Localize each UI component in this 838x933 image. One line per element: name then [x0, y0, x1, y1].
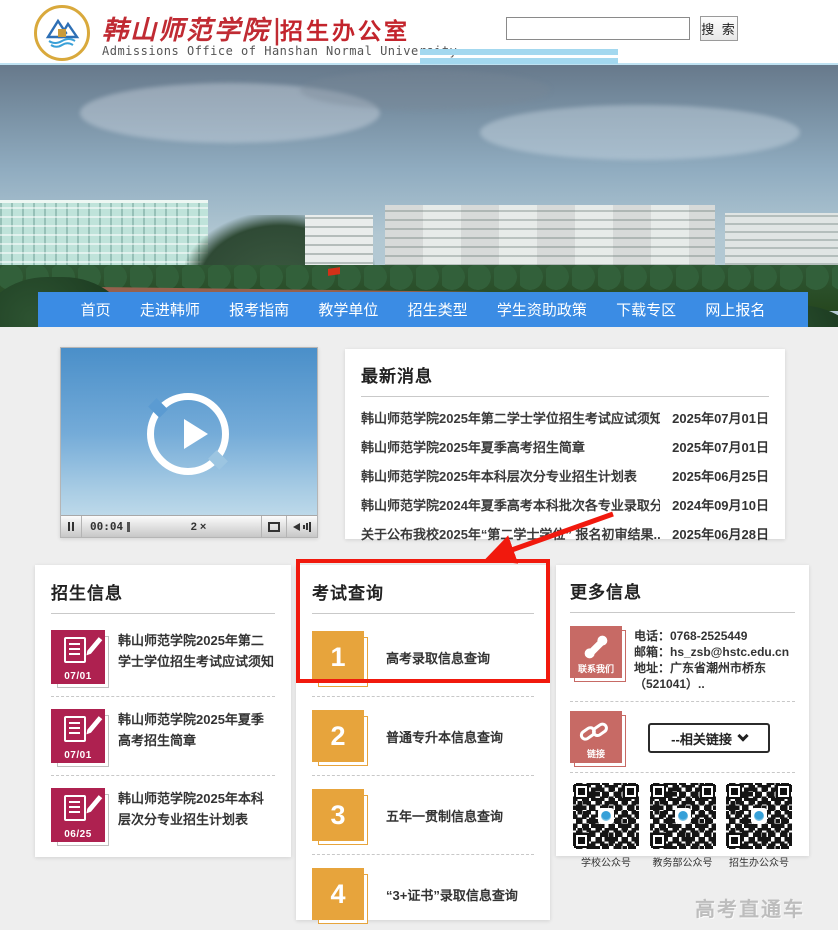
- search-input[interactable]: [506, 17, 690, 40]
- exam-query-panel: 考试查询 1 高考录取信息查询 2 普通专升本信息查询 3 五年一贯制信息查询 …: [296, 565, 550, 920]
- admissions-item[interactable]: 06/25 韩山师范学院2025年本科层次分专业招生计划表: [51, 775, 275, 854]
- contact-address: 地址：广东省潮州市桥东: [634, 660, 789, 676]
- document-icon: 07/01: [51, 709, 105, 763]
- cloud: [300, 70, 550, 110]
- number-badge: 4: [312, 868, 364, 920]
- ring-gap: [148, 398, 168, 418]
- number-badge: 1: [312, 631, 364, 683]
- contact-details: 电话：0768-2525449 邮箱：hs_zsb@hstc.edu.cn 地址…: [634, 626, 789, 692]
- admissions-title: 招生信息: [51, 579, 275, 604]
- nav-item-about[interactable]: 走进韩师: [140, 299, 200, 320]
- exam-query-item-gaokao[interactable]: 1 高考录取信息查询: [312, 618, 534, 696]
- news-item[interactable]: 韩山师范学院2025年第二学士学位招生考试应试须知 2025年07月01日: [361, 403, 769, 432]
- more-info-panel: 更多信息 联系我们 电话：0768-2525449 邮箱：hs_zsb@hstc…: [556, 565, 809, 856]
- contact-phone: 电话：0768-2525449: [634, 628, 789, 644]
- qrcode-school: [573, 783, 639, 849]
- nav-item-online-apply[interactable]: 网上报名: [705, 299, 765, 320]
- header: 韩山师范学院 丨 招生办公室 Admissions Office of Hans…: [0, 0, 838, 65]
- decorative-stripe: [420, 49, 618, 55]
- document-icon: 07/01: [51, 630, 105, 684]
- ring-gap: [208, 450, 228, 470]
- link-icon: 链接: [570, 711, 622, 763]
- video-player[interactable]: 00:04 2 ×: [60, 347, 318, 538]
- decorative-stripe: [420, 58, 618, 64]
- nav-item-downloads[interactable]: 下载专区: [616, 299, 676, 320]
- playhead-marker[interactable]: [127, 522, 130, 532]
- cloud: [480, 105, 800, 160]
- dept-name-cn: 招生办公室: [280, 12, 410, 46]
- qrcode-academic-affairs: [650, 783, 716, 849]
- contact-postcode: （521041）..: [634, 676, 789, 692]
- university-logo-icon: [34, 5, 90, 61]
- play-triangle-icon: [184, 419, 208, 449]
- watermark: 高考直通车: [695, 893, 805, 922]
- admissions-item[interactable]: 07/01 韩山师范学院2025年第二学士学位招生考试应试须知: [51, 618, 275, 696]
- site-name-en: Admissions Office of Hanshan Normal Univ…: [102, 44, 457, 58]
- news-item[interactable]: 韩山师范学院2025年夏季高考招生简章 2025年07月01日: [361, 432, 769, 461]
- main-nav: 首页 走进韩师 报考指南 教学单位 招生类型 学生资助政策 下载专区 网上报名: [38, 292, 808, 327]
- campus-hero-banner: [0, 65, 838, 327]
- number-badge: 2: [312, 710, 364, 762]
- nav-item-home[interactable]: 首页: [81, 299, 111, 320]
- related-links-select[interactable]: --相关链接: [648, 723, 770, 753]
- qrcode-admissions-office: [726, 783, 792, 849]
- contact-email: 邮箱：hs_zsb@hstc.edu.cn: [634, 644, 789, 660]
- building: [725, 213, 838, 273]
- video-controls: 00:04 2 ×: [61, 515, 317, 537]
- exam-query-title: 考试查询: [312, 579, 534, 604]
- fullscreen-button[interactable]: [261, 516, 287, 537]
- admissions-item[interactable]: 07/01 韩山师范学院2025年夏季高考招生简章: [51, 696, 275, 775]
- admissions-info-panel: 招生信息 07/01 韩山师范学院2025年第二学士学位招生考试应试须知 07/…: [35, 565, 291, 857]
- phone-icon: 联系我们: [570, 626, 622, 678]
- news-item[interactable]: 韩山师范学院2025年本科层次分专业招生计划表 2025年06月25日: [361, 461, 769, 490]
- exam-query-item-five-year[interactable]: 3 五年一贯制信息查询: [312, 775, 534, 854]
- qrcode-row: 学校公众号 教务部公众号 招生办公众号: [570, 772, 795, 869]
- glass-building: [0, 200, 208, 272]
- chevron-down-icon: [737, 730, 748, 741]
- exam-query-item-3cert[interactable]: 4 “3+证书”录取信息查询: [312, 854, 534, 933]
- nav-item-teaching-units[interactable]: 教学单位: [318, 299, 378, 320]
- site-name-cn: 韩山师范学院: [102, 10, 270, 47]
- annotation-arrow: [468, 510, 618, 572]
- content-area: 00:04 2 × 最新消息 韩山师范学院2025年第二学士学位招生考试应试须知…: [0, 327, 838, 930]
- play-button-icon[interactable]: [147, 393, 229, 475]
- nav-item-student-aid[interactable]: 学生资助政策: [497, 299, 587, 320]
- document-icon: 06/25: [51, 788, 105, 842]
- nav-item-admission-types[interactable]: 招生类型: [408, 299, 468, 320]
- pause-button[interactable]: [61, 516, 82, 537]
- links-row: 链接 --相关链接: [570, 701, 795, 772]
- volume-button[interactable]: [287, 516, 317, 537]
- nav-item-apply-guide[interactable]: 报考指南: [229, 299, 289, 320]
- contact-row: 联系我们 电话：0768-2525449 邮箱：hs_zsb@hstc.edu.…: [570, 617, 795, 701]
- exam-query-item-zhuanshengben[interactable]: 2 普通专升本信息查询: [312, 696, 534, 775]
- news-title: 最新消息: [361, 362, 769, 387]
- playback-speed[interactable]: 2 ×: [136, 516, 261, 537]
- more-info-title: 更多信息: [570, 578, 795, 603]
- video-time: 00:04: [82, 516, 136, 537]
- number-badge: 3: [312, 789, 364, 841]
- search-button[interactable]: 搜 索: [700, 16, 738, 41]
